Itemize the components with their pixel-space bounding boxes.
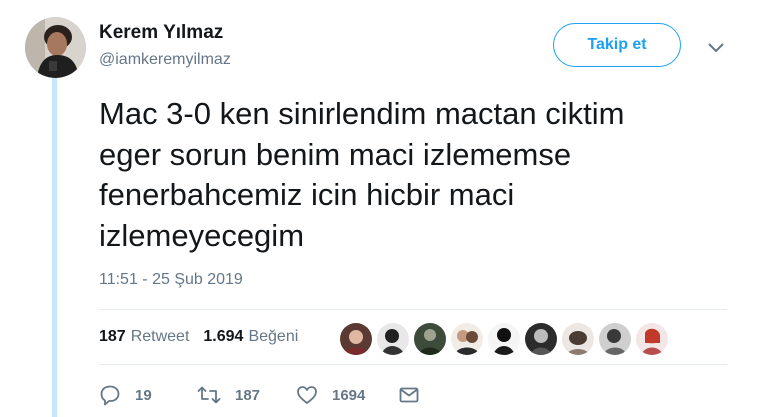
liker-avatar[interactable] [377,323,409,355]
envelope-icon [398,384,420,406]
retweet-label[interactable]: Retweet [131,328,190,346]
reply-icon [99,384,121,406]
display-name[interactable]: Kerem Yılmaz [99,22,223,44]
liker-avatar[interactable] [562,323,594,355]
divider [99,364,727,365]
reply-button[interactable]: 19 [99,384,197,406]
tweet-actions: 19 187 1694 [99,384,420,406]
tweet-timestamp[interactable]: 11:51 - 25 Şub 2019 [99,271,243,289]
retweet-count[interactable]: 187 [99,328,126,346]
avatar[interactable] [25,17,86,78]
retweet-icon [197,384,221,406]
liker-avatar[interactable] [488,323,520,355]
heart-icon [296,384,318,406]
engagement-stats: 187 Retweet 1.694 Beğeni [99,328,298,346]
liker-avatar[interactable] [636,323,668,355]
tweet-text: Mac 3-0 ken sinirlendim mactan ciktim eg… [99,96,625,253]
like-action-count: 1694 [332,386,366,404]
divider [99,309,727,310]
like-button[interactable]: 1694 [296,384,398,406]
liker-avatar[interactable] [340,323,372,355]
direct-message-button[interactable] [398,384,420,406]
liker-avatar[interactable] [599,323,631,355]
liker-avatar[interactable] [525,323,557,355]
chevron-down-icon[interactable] [704,36,728,60]
retweet-button[interactable]: 187 [197,384,296,406]
liker-avatar[interactable] [414,323,446,355]
like-label[interactable]: Beğeni [248,328,298,346]
thread-line [52,78,57,417]
retweet-action-count: 187 [235,386,261,404]
follow-button[interactable]: Takip et [553,23,681,67]
liker-avatars [340,323,673,355]
like-count[interactable]: 1.694 [203,328,243,346]
reply-count: 19 [135,386,152,404]
liker-avatar[interactable] [451,323,483,355]
user-handle[interactable]: @iamkeremyilmaz [99,51,231,69]
